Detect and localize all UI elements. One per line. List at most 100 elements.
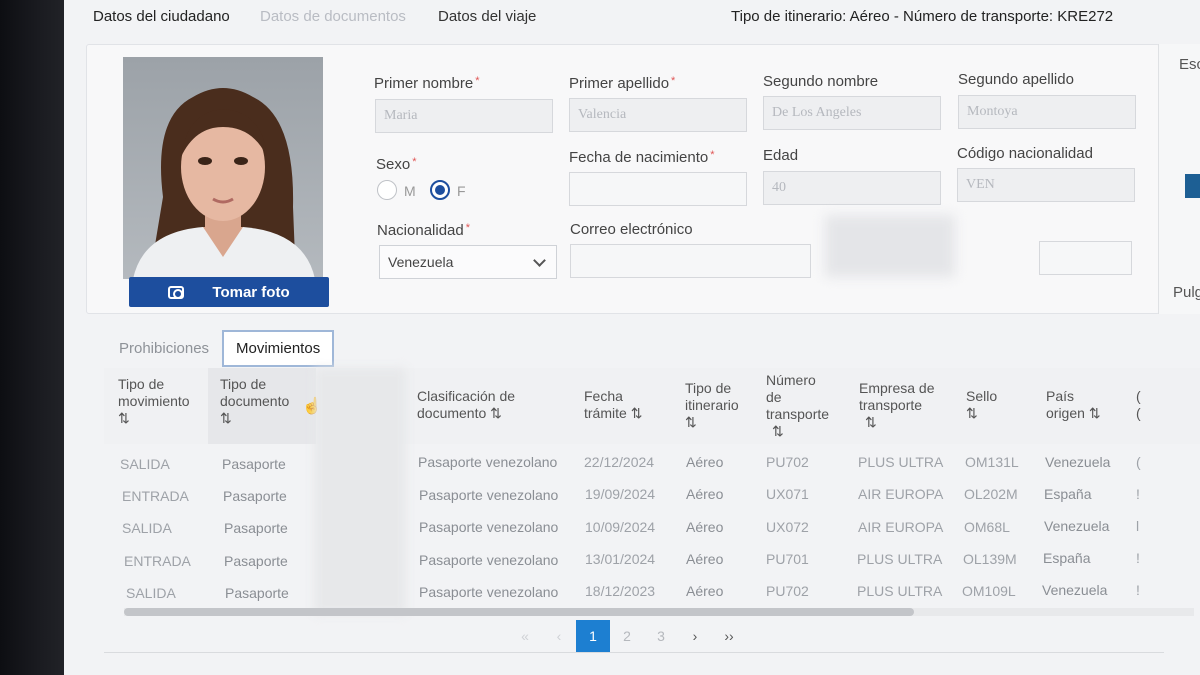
- cell-stamp: OM68L: [964, 519, 1010, 535]
- cell-movement: SALIDA: [122, 520, 172, 536]
- cell-movement: SALIDA: [120, 456, 170, 472]
- sort-icon[interactable]: ⇅: [685, 414, 755, 431]
- col-stamp[interactable]: Sello ⇅: [966, 368, 1026, 444]
- sex-radio-m[interactable]: [377, 180, 397, 200]
- cell-transport: UX071: [766, 486, 809, 502]
- top-nav: Datos del ciudadano Datos de documentos …: [64, 0, 1200, 36]
- chevron-down-icon: [533, 254, 546, 267]
- sex-radio-m-label: M: [404, 183, 416, 199]
- side-panel-bottom-label: Pulg: [1173, 284, 1200, 301]
- cell-doc-type: Pasaporte: [222, 456, 286, 472]
- cell-itinerary: Aéreo: [686, 519, 724, 535]
- sex-label: Sexo *: [376, 156, 417, 173]
- sex-radio-f[interactable]: [430, 180, 450, 200]
- cell-doc-class: Pasaporte venezolano: [418, 454, 558, 470]
- redacted-area: [825, 215, 955, 277]
- second-surname-field[interactable]: Montoya: [958, 95, 1136, 129]
- cell-date: 13/01/2024: [585, 551, 656, 567]
- cell-cut: l: [1136, 518, 1140, 534]
- cell-doc-type: Pasaporte: [224, 553, 288, 569]
- citizen-card: Tomar foto Primer nombre * Maria Primer a…: [86, 44, 1160, 314]
- cell-origin: Venezuela: [1042, 582, 1108, 598]
- take-photo-button[interactable]: Tomar foto: [129, 277, 329, 307]
- first-page-button[interactable]: «: [508, 620, 542, 652]
- cell-company: PLUS ULTRA: [858, 454, 944, 470]
- sort-icon[interactable]: ⇅: [118, 410, 213, 427]
- cell-doc-class: Pasaporte venezolano: [419, 552, 559, 568]
- first-surname-field[interactable]: Valencia: [569, 98, 747, 132]
- cell-origin: Venezuela: [1044, 518, 1110, 534]
- nationality-select[interactable]: Venezuela: [379, 245, 557, 279]
- sort-icon[interactable]: ⇅: [1089, 405, 1101, 421]
- col-transport-company[interactable]: Empresa de transporte ⇅: [859, 368, 949, 444]
- tab-document-data[interactable]: Datos de documentos: [260, 8, 406, 25]
- cell-cut: !: [1136, 582, 1140, 598]
- redacted-column: [314, 368, 406, 614]
- side-panel-indicator: [1185, 174, 1200, 198]
- take-photo-label: Tomar foto: [212, 283, 290, 301]
- cell-transport: PU701: [766, 551, 809, 567]
- tab-citizen-data[interactable]: Datos del ciudadano: [93, 8, 230, 25]
- extra-field[interactable]: [1039, 241, 1132, 275]
- second-name-field[interactable]: De Los Angeles: [763, 96, 941, 130]
- cell-movement: ENTRADA: [124, 553, 191, 569]
- cell-doc-class: Pasaporte venezolano: [419, 487, 559, 503]
- second-surname-label: Segundo apellido: [958, 71, 1074, 88]
- side-panel: Esc Pulg: [1158, 44, 1200, 314]
- page-1-button[interactable]: 1: [576, 620, 610, 652]
- cell-cut: (: [1136, 454, 1141, 470]
- cell-itinerary: Aéreo: [686, 583, 724, 599]
- age-field: 40: [763, 171, 941, 205]
- screen: Datos del ciudadano Datos de documentos …: [64, 0, 1200, 675]
- camera-icon: [168, 285, 185, 299]
- col-document-type[interactable]: Tipo de documento ⇅ ☝: [208, 368, 322, 444]
- next-page-button[interactable]: ›: [678, 620, 712, 652]
- prev-page-button[interactable]: ‹: [542, 620, 576, 652]
- col-cut-off: ((: [1136, 388, 1141, 421]
- col-date[interactable]: Fecha trámite ⇅: [584, 368, 674, 444]
- cell-cut: !: [1136, 486, 1140, 502]
- page-2-button[interactable]: 2: [610, 620, 644, 652]
- cell-origin: España: [1044, 486, 1092, 502]
- col-transport-number[interactable]: Número de transporte ⇅: [766, 368, 846, 444]
- birth-date-label: Fecha de nacimiento *: [569, 149, 715, 166]
- nationality-label: Nacionalidad *: [377, 222, 471, 239]
- last-page-button[interactable]: ››: [712, 620, 746, 652]
- scrollbar-thumb[interactable]: [124, 608, 914, 616]
- cell-company: AIR EUROPA: [858, 519, 944, 535]
- col-doc-classification[interactable]: Clasificación de documento ⇅: [417, 368, 577, 444]
- cell-doc-class: Pasaporte venezolano: [419, 519, 559, 535]
- tab-prohibitions[interactable]: Prohibiciones: [119, 340, 209, 357]
- cell-transport: PU702: [766, 583, 809, 599]
- cell-itinerary: Aéreo: [686, 551, 724, 567]
- col-origin-country[interactable]: País origen ⇅: [1046, 368, 1126, 444]
- cell-transport: PU702: [766, 454, 809, 470]
- tab-trip-data[interactable]: Datos del viaje: [438, 8, 536, 25]
- table-horizontal-scrollbar[interactable]: [124, 608, 1194, 616]
- first-name-field[interactable]: Maria: [375, 99, 553, 133]
- sort-icon[interactable]: ⇅: [966, 405, 1026, 422]
- cell-itinerary: Aéreo: [686, 486, 724, 502]
- sort-icon[interactable]: ⇅: [766, 423, 846, 440]
- first-name-label: Primer nombre *: [374, 75, 480, 92]
- email-label: Correo electrónico: [570, 221, 693, 238]
- age-label: Edad: [763, 147, 799, 164]
- citizen-photo: [123, 57, 323, 279]
- side-panel-top-label: Esc: [1179, 56, 1200, 73]
- sort-icon[interactable]: ⇅: [490, 405, 502, 421]
- sort-icon[interactable]: ⇅: [859, 414, 949, 431]
- nationality-code-label: Código nacionalidad: [957, 145, 1093, 162]
- nationality-selected: Venezuela: [388, 254, 454, 270]
- cell-stamp: OL139M: [963, 551, 1017, 567]
- col-movement-type[interactable]: Tipo de movimiento ⇅: [118, 368, 213, 444]
- sort-icon[interactable]: ⇅: [631, 405, 643, 421]
- page-3-button[interactable]: 3: [644, 620, 678, 652]
- cell-date: 18/12/2023: [585, 583, 656, 599]
- col-itinerary[interactable]: Tipo de itinerario ⇅: [685, 368, 755, 444]
- tab-movements[interactable]: Movimientos: [222, 330, 335, 367]
- cell-transport: UX072: [766, 519, 809, 535]
- birth-date-field[interactable]: [569, 172, 747, 206]
- cell-movement: ENTRADA: [122, 488, 189, 504]
- email-field[interactable]: [570, 244, 811, 278]
- cell-doc-type: Pasaporte: [225, 585, 289, 601]
